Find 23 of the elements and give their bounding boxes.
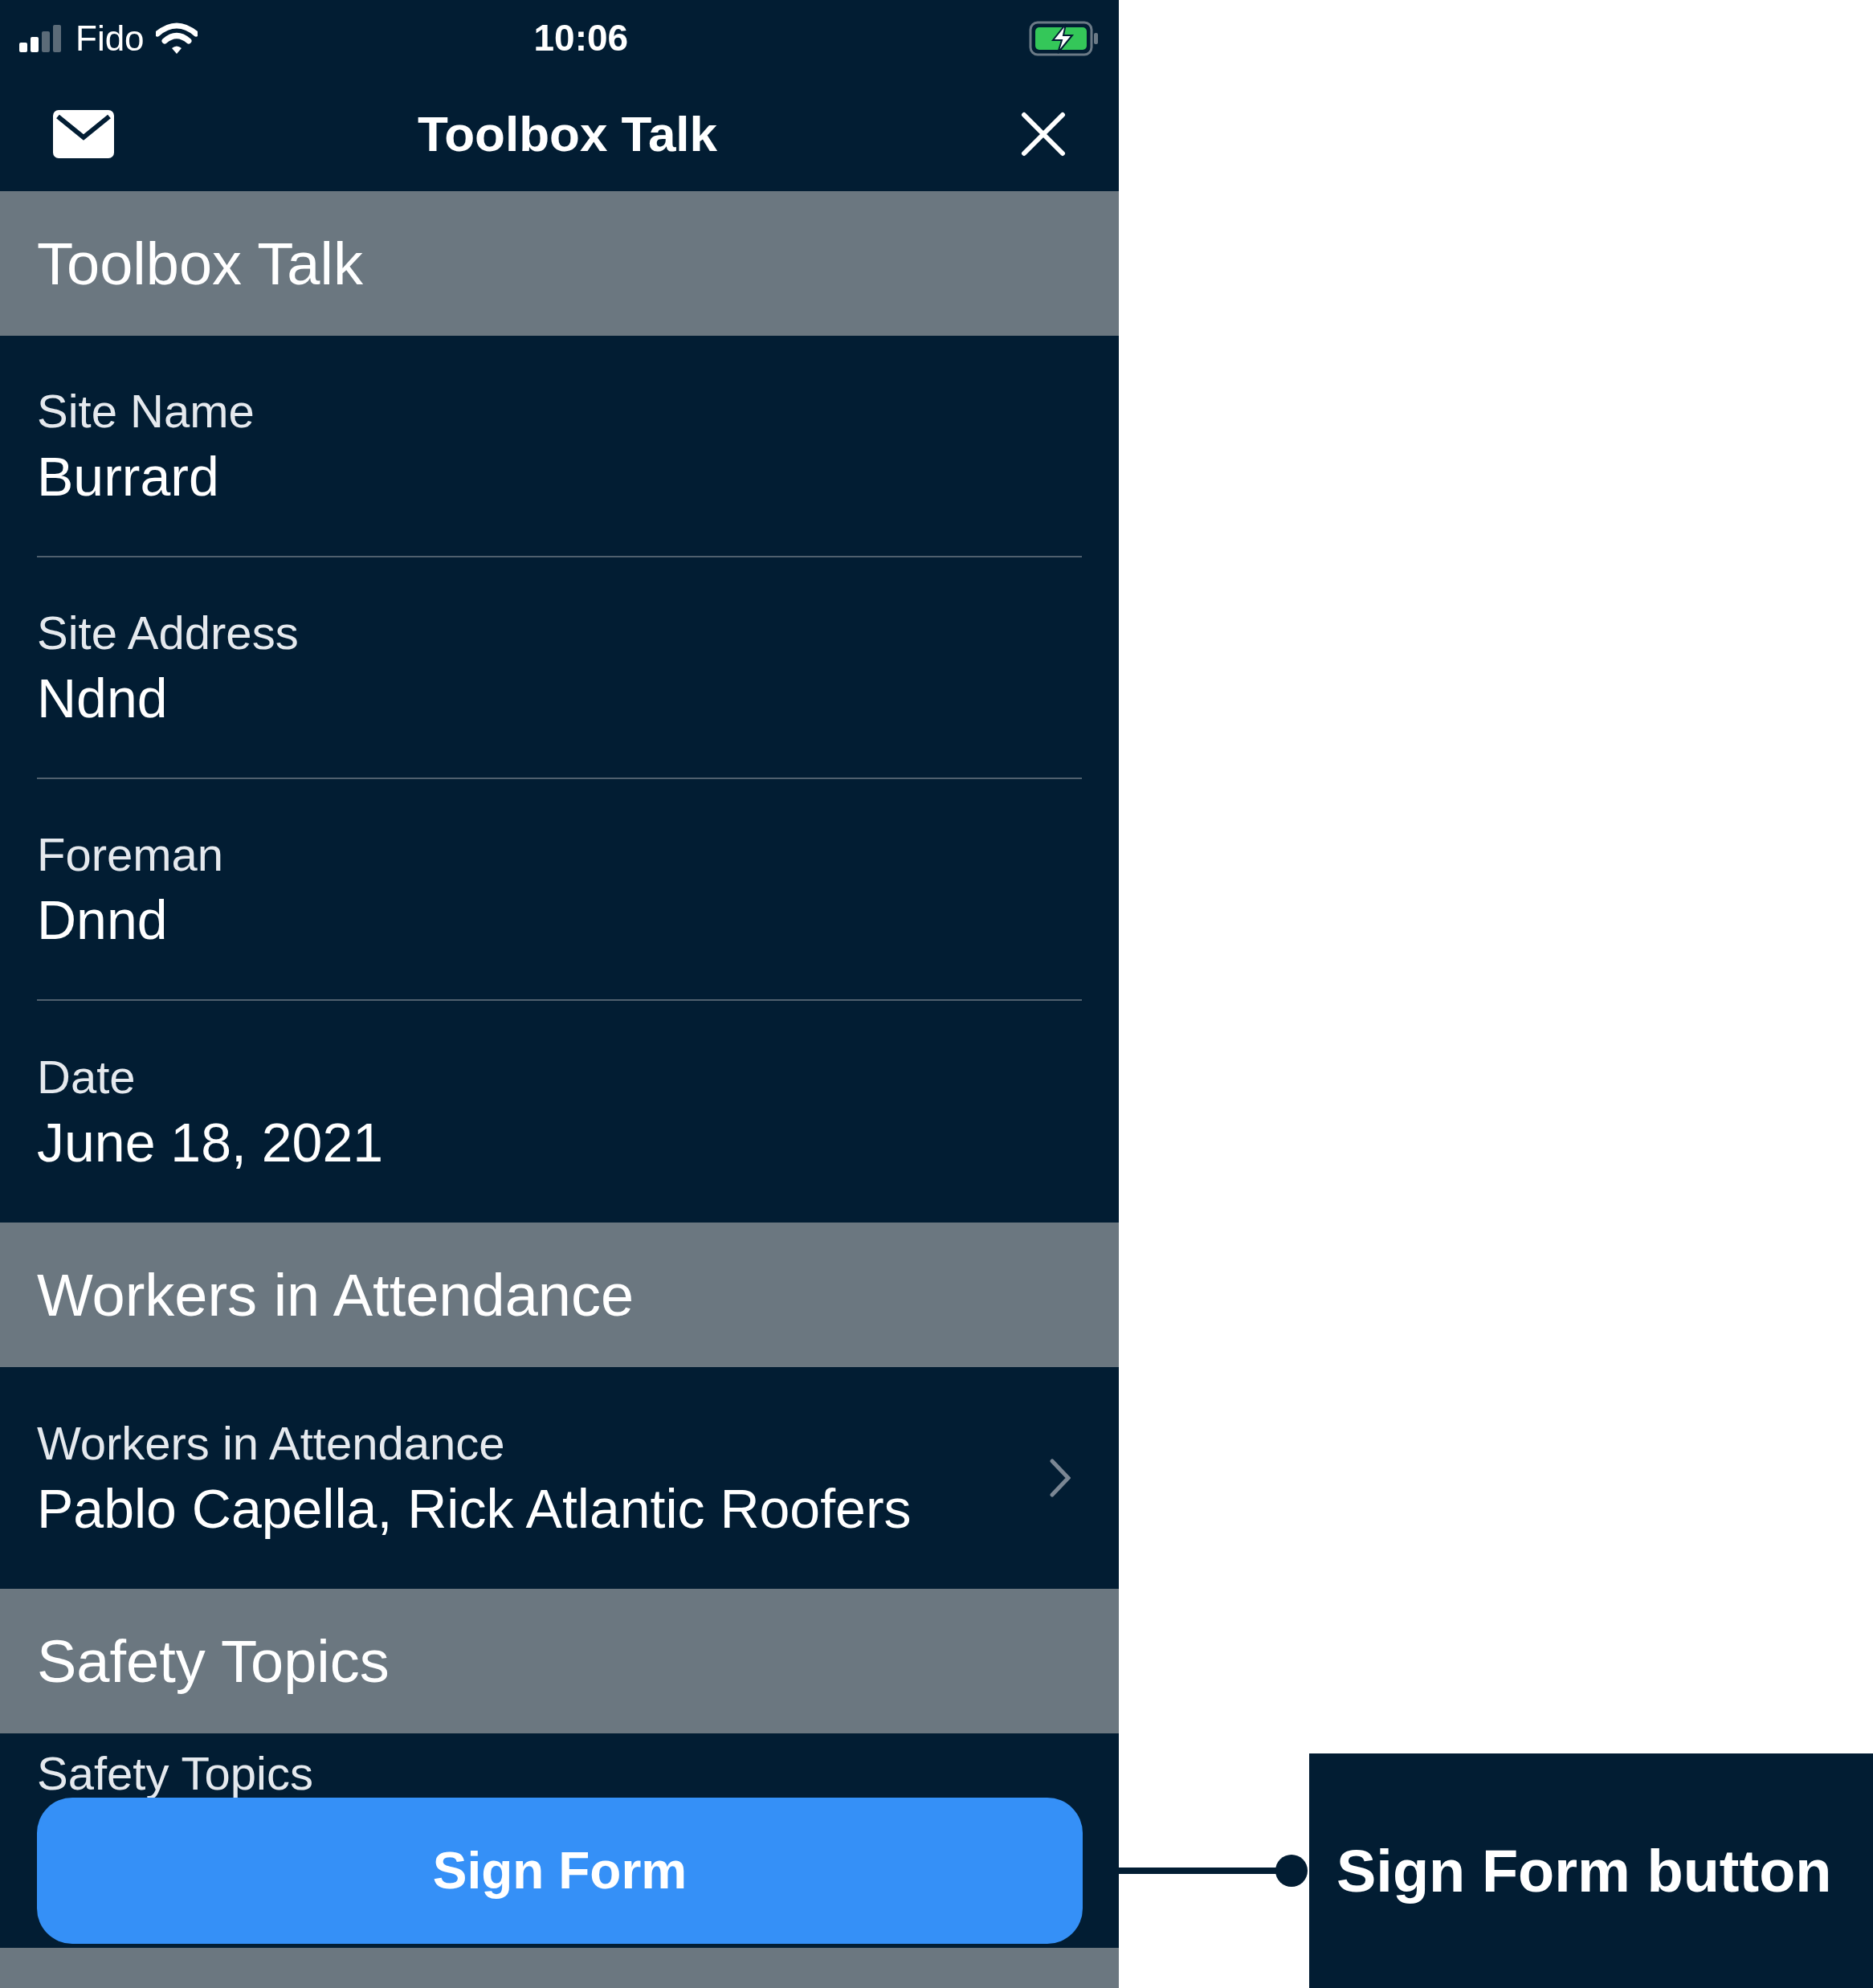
chevron-icon[interactable]: [1050, 1459, 1071, 1497]
section-header: Toolbox Talk: [0, 191, 1119, 336]
field-value: Ndnd: [37, 671, 168, 725]
field-value: Dnnd: [37, 892, 168, 947]
section-header: Safety Topics: [0, 1589, 1119, 1733]
field-label: Safety Topics: [37, 1750, 313, 1797]
field-label: Foreman: [37, 831, 224, 878]
field-label: Site Name: [37, 388, 255, 435]
nav-title: Toolbox Talk: [417, 105, 718, 163]
field-value: Burrard: [37, 449, 219, 504]
section-header: Workers in Attendance: [0, 1223, 1119, 1367]
carrier-name: Fido: [75, 17, 145, 59]
callout-text: Sign Form button: [1336, 1836, 1832, 1906]
battery-charging-icon: [1029, 20, 1100, 56]
field-label: Workers in Attendance: [37, 1420, 505, 1467]
field-value: June 18, 2021: [37, 1115, 384, 1170]
field-label: Date: [37, 1054, 136, 1100]
close-icon[interactable]: [1021, 111, 1066, 157]
sign-form-button[interactable]: Sign Form: [37, 1798, 1083, 1944]
wifi-icon: [155, 22, 198, 55]
mail-icon[interactable]: [53, 109, 114, 158]
field-label: Site Address: [37, 610, 299, 656]
status-time: 10:06: [533, 16, 629, 60]
